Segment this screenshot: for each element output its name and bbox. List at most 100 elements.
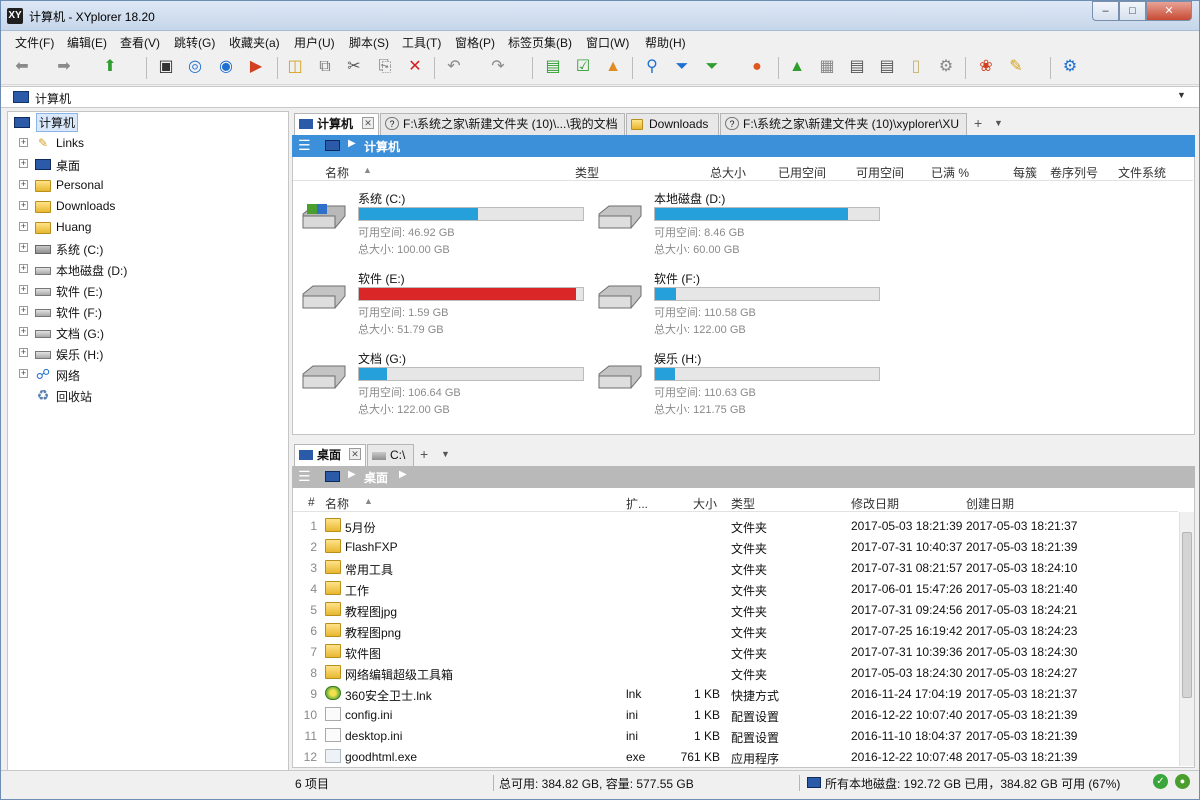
forward-icon[interactable]: ➡ (53, 56, 75, 78)
chevron-right-icon[interactable]: ▶ (348, 469, 356, 480)
copy-path-icon[interactable]: ▤ (542, 56, 564, 78)
menu-window[interactable]: 窗口(W) (586, 34, 629, 51)
column-serial[interactable]: 卷序列号 (1050, 164, 1098, 181)
drive-tile-g[interactable]: 文档 (G:) 可用空间: 106.64 GB 总大小: 122.00 GB (293, 350, 584, 424)
tree-item-drive-e[interactable]: + 软件 (E:) (8, 280, 288, 300)
ok-icon[interactable]: ✓ (1153, 774, 1168, 789)
tree-item-downloads[interactable]: + Downloads (8, 196, 288, 216)
drive-tile-c[interactable]: 系统 (C:) 可用空间: 46.92 GB 总大小: 100.00 GB (293, 190, 584, 264)
search-circle-icon[interactable]: ◉ (215, 56, 237, 78)
delete-icon[interactable]: ✕ (404, 56, 426, 78)
tree-icon[interactable]: ▲ (786, 56, 808, 78)
file-row[interactable]: 1 5月份 文件夹 2017-05-03 18:21:39 2017-05-03… (293, 515, 1173, 536)
tree-item-recycle-bin[interactable]: ♻ 回收站 (8, 385, 288, 405)
expand-icon[interactable]: + (19, 327, 28, 336)
minimize-button[interactable]: – (1092, 1, 1119, 21)
drive-tile-f[interactable]: 软件 (F:) 可用空间: 110.58 GB 总大小: 122.00 GB (589, 270, 880, 344)
tab-xyplorer-folder[interactable]: ? F:\系统之家\新建文件夹 (10)\xyplorer\XU (720, 113, 967, 135)
menu-tools[interactable]: 工具(T) (402, 34, 441, 51)
tree-item-huang[interactable]: + Huang (8, 217, 288, 237)
menu-panes[interactable]: 窗格(P) (455, 34, 495, 51)
column-percent-full[interactable]: 已满 % (931, 164, 969, 181)
menu-icon[interactable]: ☰ (298, 468, 311, 485)
new-tab-icon[interactable]: + (420, 446, 428, 462)
paste-icon[interactable]: ⎘ (374, 56, 396, 78)
file-row[interactable]: 7 软件图 文件夹 2017-07-31 10:39:36 2017-05-03… (293, 641, 1173, 662)
file-row[interactable]: 11 desktop.ini ini 1 KB 配置设置 2016-11-10 … (293, 725, 1173, 746)
column-modified[interactable]: 修改日期 (851, 495, 899, 512)
column-name[interactable]: 名称 (325, 164, 349, 181)
back-icon[interactable]: ⬅ (11, 56, 33, 78)
settings-icon[interactable]: ⚙ (1059, 56, 1081, 78)
menu-file[interactable]: 文件(F) (15, 34, 54, 51)
breadcrumb-desktop[interactable]: 桌面 (364, 469, 388, 486)
file-row[interactable]: 8 网络编辑超级工具箱 文件夹 2017-05-03 18:24:30 2017… (293, 662, 1173, 683)
tab-drive-c[interactable]: C:\ (367, 444, 414, 466)
file-row[interactable]: 9 360安全卫士.lnk lnk 1 KB 快捷方式 2016-11-24 1… (293, 683, 1173, 704)
up-icon[interactable]: ⬆ (99, 56, 121, 78)
file-row[interactable]: 6 教程图png 文件夹 2017-07-25 16:19:42 2017-05… (293, 620, 1173, 641)
tree-item-personal[interactable]: + Personal (8, 175, 288, 195)
close-button[interactable]: ✕ (1146, 1, 1192, 21)
find-icon[interactable]: ⚲ (641, 56, 663, 78)
chevron-right-icon[interactable]: ▶ (348, 138, 356, 149)
drive-tile-e[interactable]: 软件 (E:) 可用空间: 1.59 GB 总大小: 51.79 GB (293, 270, 584, 344)
column-extension[interactable]: 扩... (626, 495, 648, 512)
menu-view[interactable]: 查看(V) (120, 34, 160, 51)
undo-icon[interactable]: ↶ (443, 56, 465, 78)
breadcrumb-computer[interactable]: 计算机 (364, 138, 400, 155)
new-folder-icon[interactable]: ◫ (284, 56, 306, 78)
expand-icon[interactable]: + (19, 306, 28, 315)
column-used-space[interactable]: 已用空间 (778, 164, 826, 181)
tab-computer[interactable]: 计算机 ✕ (294, 113, 379, 135)
redo-icon[interactable]: ↷ (487, 56, 509, 78)
expand-icon[interactable]: + (19, 285, 28, 294)
column-type[interactable]: 类型 (731, 495, 755, 512)
list-icon[interactable]: ▤ (846, 56, 868, 78)
tree-item-network[interactable]: + ☍ 网络 (8, 364, 288, 384)
menu-icon[interactable]: ☰ (298, 137, 311, 154)
expand-icon[interactable]: + (19, 159, 28, 168)
color-filter-icon[interactable]: ● (746, 56, 768, 78)
maximize-button[interactable]: □ (1119, 1, 1146, 21)
tab-desktop[interactable]: 桌面 ✕ (294, 444, 366, 466)
send-icon[interactable]: ▲ (602, 56, 624, 78)
column-type[interactable]: 类型 (575, 164, 599, 181)
expand-icon[interactable]: + (19, 138, 28, 147)
tree-item-drive-f[interactable]: + 软件 (F:) (8, 301, 288, 321)
new-tab-icon[interactable]: + (974, 115, 982, 131)
file-row[interactable]: 4 工作 文件夹 2017-06-01 15:47:26 2017-05-03 … (293, 578, 1173, 599)
filter-icon[interactable]: ⏷ (671, 56, 693, 78)
column-total-size[interactable]: 总大小 (710, 164, 746, 181)
expand-icon[interactable]: + (19, 348, 28, 357)
cut-icon[interactable]: ✂ (343, 56, 365, 78)
column-name[interactable]: 名称 (325, 495, 349, 512)
tools-icon[interactable]: ⚙ (935, 56, 957, 78)
tree-item-drive-h[interactable]: + 娱乐 (H:) (8, 343, 288, 363)
menu-go[interactable]: 跳转(G) (174, 34, 215, 51)
vertical-scrollbar[interactable] (1179, 512, 1194, 766)
tree-item-drive-c[interactable]: + 系统 (C:) (8, 238, 288, 258)
target-icon[interactable]: ◎ (184, 56, 206, 78)
file-row[interactable]: 12 goodhtml.exe exe 761 KB 应用程序 2016-12-… (293, 746, 1173, 767)
tree-item-desktop[interactable]: + 桌面 (8, 154, 288, 174)
column-number[interactable]: # (308, 495, 315, 509)
menu-favorites[interactable]: 收藏夹(a) (229, 34, 280, 51)
checkbox-icon[interactable]: ☑ (572, 56, 594, 78)
menu-edit[interactable]: 编辑(E) (67, 34, 107, 51)
file-row[interactable]: 2 FlashFXP 文件夹 2017-07-31 10:40:37 2017-… (293, 536, 1173, 557)
address-dropdown-icon[interactable]: ▼ (1177, 90, 1186, 100)
brush-icon[interactable]: ✎ (1005, 56, 1027, 78)
scrollbar-thumb[interactable] (1182, 532, 1192, 698)
expand-icon[interactable]: + (19, 369, 28, 378)
tab-list-icon[interactable]: ▼ (994, 118, 1003, 128)
tab-close-icon[interactable]: ✕ (349, 448, 361, 460)
expand-icon[interactable]: + (19, 264, 28, 273)
tab-list-icon[interactable]: ▼ (441, 449, 450, 459)
tab-close-icon[interactable]: ✕ (362, 117, 374, 129)
expand-icon[interactable]: + (19, 201, 28, 210)
menu-tabsets[interactable]: 标签页集(B) (508, 34, 572, 51)
column-created[interactable]: 创建日期 (966, 495, 1014, 512)
menu-user[interactable]: 用户(U) (294, 34, 335, 51)
expand-icon[interactable]: + (19, 243, 28, 252)
